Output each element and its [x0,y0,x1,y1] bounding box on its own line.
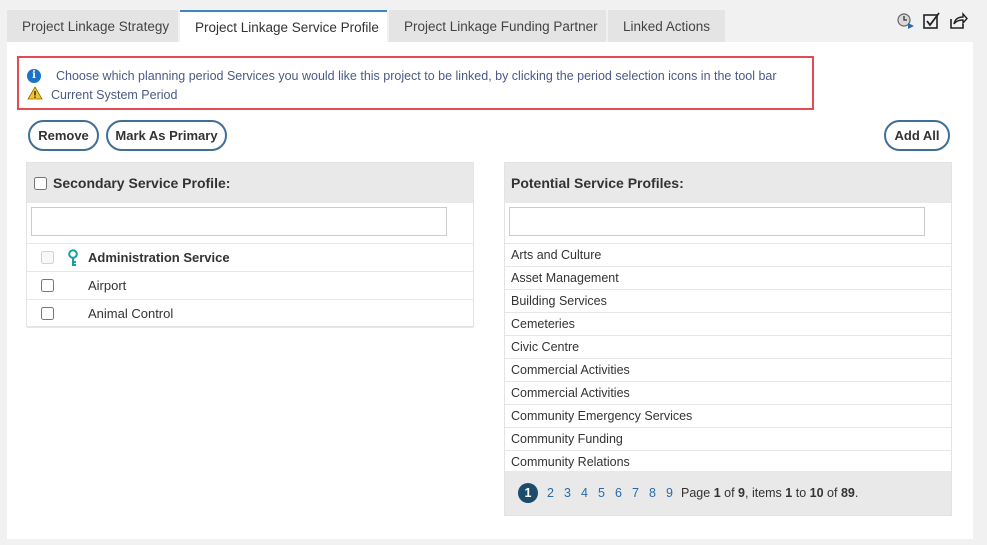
pager-word-to: to [795,486,807,500]
notice-box: i Choose which planning period Services … [17,56,814,110]
list-item-checkbox [40,251,54,264]
secondary-filter-input[interactable] [31,207,447,236]
checklist-icon[interactable] [921,10,943,32]
page-1-link[interactable]: 1 [518,483,538,503]
list-item-checkbox-cell [27,307,67,320]
pager-word-items: , items [745,486,782,500]
list-item-checkbox[interactable] [40,307,54,320]
list-item-label: Airport [88,278,127,293]
pager-info: Page 1 of 9, items 1 to 10 of 89. [681,486,859,500]
warning-icon [27,86,43,103]
list-item-checkbox-cell [27,251,67,264]
info-message: i Choose which planning period Services … [27,66,804,85]
list-item-checkbox[interactable] [40,279,54,292]
share-icon[interactable] [947,10,969,32]
page-7-link[interactable]: 7 [627,486,644,500]
secondary-list-header: Secondary Service Profile: [27,163,473,203]
mark-as-primary-button[interactable]: Mark As Primary [106,120,227,151]
list-item[interactable]: Asset Management [505,267,951,290]
list-item-label: Administration Service [88,250,230,265]
potential-filter-row [505,203,951,244]
tab-bar: Project Linkage Strategy Project Linkage… [7,10,727,42]
secondary-service-profile-list: Secondary Service Profile: Administratio… [26,162,474,328]
tab-project-linkage-strategy[interactable]: Project Linkage Strategy [7,10,178,42]
list-item[interactable]: Cemeteries [505,313,951,336]
pager-total-pages: 9 [738,486,745,500]
page-5-link[interactable]: 5 [593,486,610,500]
tab-project-linkage-service-profile[interactable]: Project Linkage Service Profile [180,10,387,42]
list-item[interactable]: Commercial Activities [505,382,951,405]
pager-to: 10 [809,486,824,500]
tab-project-linkage-funding-partner[interactable]: Project Linkage Funding Partner [389,10,606,42]
page-4-link[interactable]: 4 [576,486,593,500]
page-2-link[interactable]: 2 [542,486,559,500]
list-item[interactable]: Animal Control [27,300,473,328]
pager-word-of: of [724,486,735,500]
info-message-text: Choose which planning period Services yo… [56,68,777,83]
secondary-filter-row [27,203,473,244]
pager: 1 2 3 4 5 6 7 8 9 Page 1 of 9, items 1 t… [505,471,951,515]
list-item[interactable]: Community Emergency Services [505,405,951,428]
pager-total-items: 89 [840,486,855,500]
page-6-link[interactable]: 6 [610,486,627,500]
toolbar [895,10,969,32]
list-item-label: Animal Control [88,306,174,321]
potential-filter-input[interactable] [509,207,925,236]
list-item[interactable]: Civic Centre [505,336,951,359]
info-icon: i [27,68,41,83]
potential-list-title: Potential Service Profiles: [511,175,684,191]
remove-button[interactable]: Remove [28,120,99,151]
service-profile-panel: i Choose which planning period Services … [7,42,973,539]
pager-word-page: Page [681,486,711,500]
select-all-checkbox[interactable] [34,176,47,190]
potential-list-header: Potential Service Profiles: [505,163,951,203]
tab-linked-actions[interactable]: Linked Actions [608,10,725,42]
list-item[interactable]: Arts and Culture [505,244,951,267]
pager-current-page: 1 [713,486,721,500]
page-3-link[interactable]: 3 [559,486,576,500]
list-item[interactable]: Commercial Activities [505,359,951,382]
primary-key-icon [67,248,88,267]
warning-message: Current System Period [27,85,804,104]
list-item[interactable]: Building Services [505,290,951,313]
list-item[interactable]: Community Funding [505,428,951,451]
list-item[interactable]: Administration Service [27,244,473,272]
warning-message-text: Current System Period [51,87,178,102]
list-item-checkbox-cell [27,279,67,292]
page-9-link[interactable]: 9 [661,486,678,500]
add-all-button[interactable]: Add All [884,120,950,151]
secondary-list-title: Secondary Service Profile: [53,175,231,191]
potential-service-profiles-list: Potential Service Profiles: Arts and Cul… [504,162,952,516]
pager-from: 1 [785,486,793,500]
period-selection-icon[interactable] [895,10,917,32]
pager-word-of-2: of [827,486,838,500]
list-item[interactable]: Airport [27,272,473,300]
page-8-link[interactable]: 8 [644,486,661,500]
